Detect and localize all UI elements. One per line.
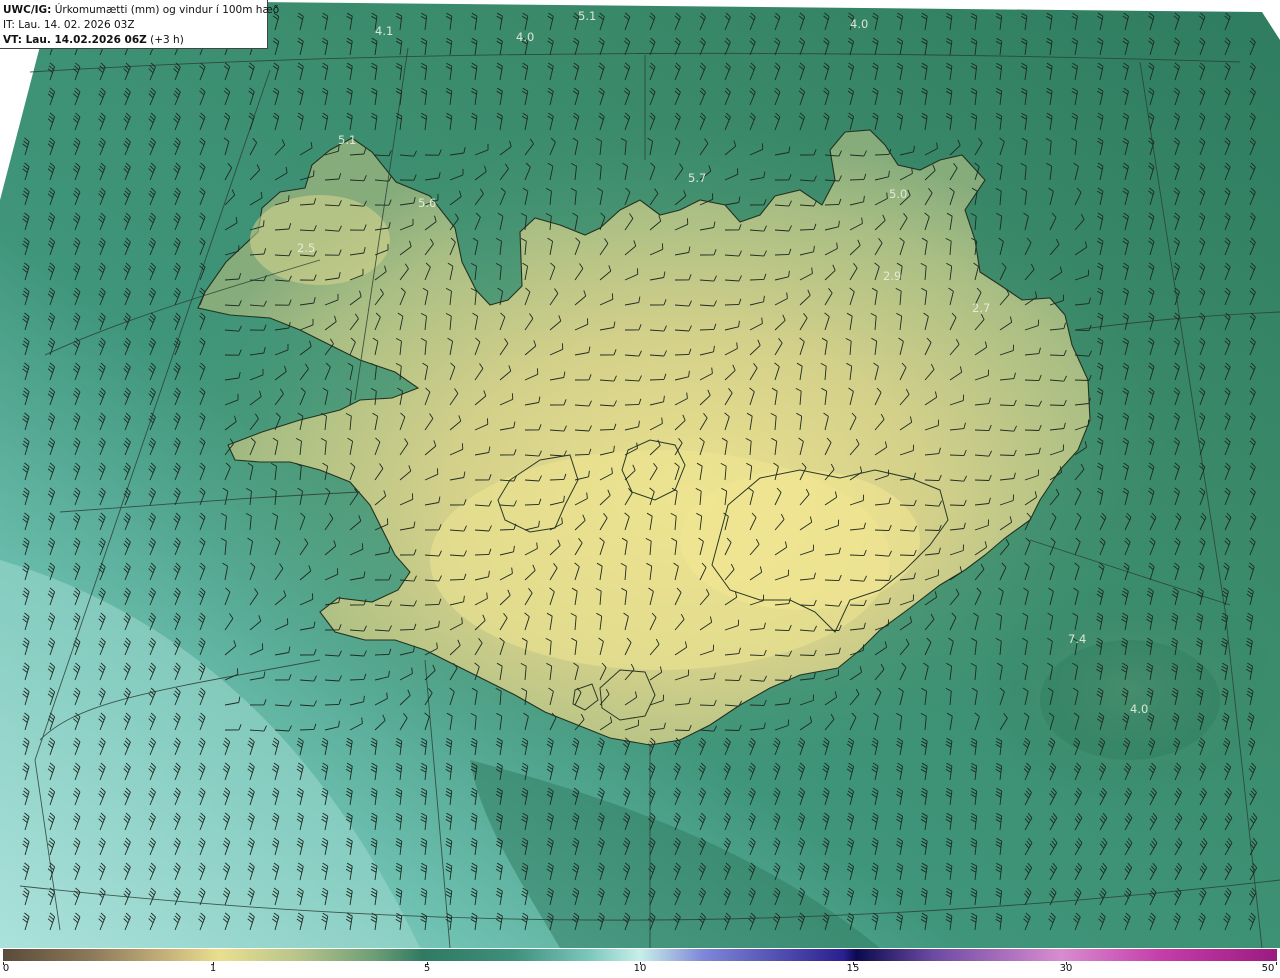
wind-barb [399, 628, 415, 631]
wind-barb [924, 479, 940, 482]
wind-barb [1074, 329, 1090, 332]
wind-barb [949, 504, 965, 506]
wind-barb [849, 554, 865, 557]
wind-barb [824, 579, 840, 582]
wind-barb [1049, 404, 1065, 406]
wind-barb [1024, 429, 1040, 431]
wind-barb [999, 454, 1015, 456]
wind-barb [824, 203, 840, 206]
wind-barb [749, 704, 765, 706]
wind-barb [749, 278, 765, 281]
wind-barb [999, 404, 1015, 407]
wind-barb [724, 679, 740, 682]
wind-barb [874, 579, 890, 581]
wind-barb [1074, 379, 1090, 381]
wind-barb [799, 604, 815, 607]
wind-barb [649, 378, 665, 381]
wind-barb [974, 479, 990, 481]
wind-barb [774, 253, 790, 256]
wind-barb [499, 528, 515, 531]
wind-barb [874, 529, 890, 532]
wind-barb [524, 503, 540, 506]
wind-barb [699, 704, 715, 707]
wind-barb [1024, 379, 1040, 382]
wind-barb [899, 554, 915, 556]
wind-barb [624, 403, 640, 406]
wind-barb [924, 529, 940, 531]
wind-barb-feather [238, 245, 240, 252]
wind-barb [599, 428, 615, 431]
map-canvas: 5.1 4.1 4.0 4.0 5.1 5.6 5.7 5.0 2.5 2.9 … [0, 0, 1280, 948]
wind-barb [774, 679, 790, 681]
map-panel: 5.1 4.1 4.0 4.0 5.1 5.6 5.7 5.0 2.5 2.9 … [0, 0, 1280, 948]
wind-barb [899, 504, 915, 507]
wind-barb [749, 654, 765, 657]
wind-barb [424, 603, 440, 606]
wind-barb [724, 303, 740, 306]
wind-barb [299, 728, 315, 731]
wind-barb [324, 703, 340, 706]
wind-barb [674, 353, 690, 356]
wind-barb [849, 604, 865, 606]
wind-barb [874, 153, 890, 156]
wind-barb [724, 729, 740, 731]
wind-barb [374, 653, 390, 656]
wind-barb [674, 729, 690, 732]
wind-barb [799, 654, 815, 656]
wind-barb [849, 178, 865, 181]
wind-barb [1049, 354, 1065, 357]
wind-barb [574, 453, 590, 456]
wind-barb [549, 478, 565, 481]
wind-barb [974, 429, 990, 432]
wind-barb-feather [313, 170, 315, 177]
wind-barb-feather [288, 195, 290, 202]
wind-barb [949, 454, 965, 457]
wind-barb [774, 629, 790, 632]
wind-barb [449, 578, 465, 581]
wind-barb [474, 553, 490, 556]
wind-barb-feather [263, 220, 265, 227]
wind-barb [699, 328, 715, 331]
wind-barb [799, 228, 815, 231]
wind-barb [349, 678, 365, 681]
wind-barb [824, 629, 840, 631]
